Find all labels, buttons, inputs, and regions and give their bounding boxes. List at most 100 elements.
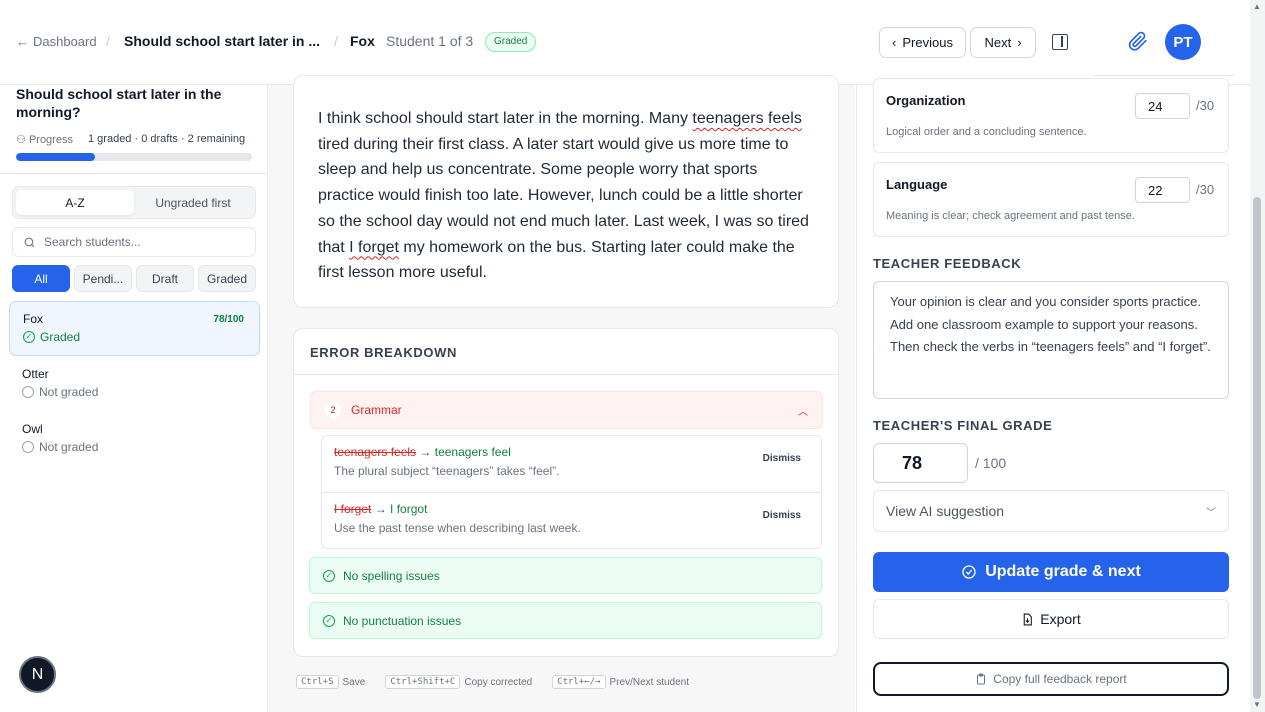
criterion-max: /30 [1196, 98, 1215, 113]
shortcut-label: Prev/Next student [609, 676, 689, 688]
student-status-label: Not graded [39, 385, 99, 399]
student-status-label: Not graded [39, 440, 99, 454]
search-icon [24, 237, 35, 247]
previous-student-button[interactable]: ‹ Previous [879, 27, 966, 58]
student-status-label: Graded [40, 330, 81, 344]
floating-action-button[interactable]: N [19, 656, 56, 693]
update-grade-next-button[interactable]: Update grade & next [873, 552, 1229, 592]
spelling-status: ✓ No spelling issues [309, 557, 822, 594]
rubric-criterion-language: Language Meaning is clear; check agreeme… [873, 162, 1229, 237]
sort-ungraded-first[interactable]: Ungraded first [134, 190, 252, 215]
arrow-right-icon: → [419, 445, 432, 459]
student-name: Owl [22, 422, 43, 436]
sidebar-divider [0, 173, 267, 174]
check-circle-icon: ✓ [23, 331, 35, 343]
criterion-score-input[interactable] [1135, 177, 1190, 203]
essay-card: I think school should start later in the… [293, 75, 839, 308]
teacher-feedback-textarea[interactable]: Your opinion is clear and you consider s… [873, 281, 1229, 399]
copy-feedback-report-button[interactable]: Copy full feedback report [873, 662, 1229, 696]
dismiss-button[interactable]: Dismiss [763, 510, 801, 521]
dismiss-button[interactable]: Dismiss [763, 453, 801, 464]
progress-label-text: Progress [28, 134, 73, 146]
empty-circle-icon [22, 386, 34, 398]
previous-label: Previous [902, 35, 953, 50]
users-icon: ⚇ [16, 134, 26, 146]
criterion-name: Language [886, 177, 948, 192]
scrollbar-thumb[interactable] [1253, 197, 1261, 699]
student-sidebar: Should school start later in the morning… [0, 85, 268, 712]
criterion-score-input[interactable] [1135, 93, 1190, 119]
error-explanation: The plural subject “teenagers” takes “fe… [334, 464, 560, 478]
grammar-section-toggle[interactable]: 2 Grammar ︿ [310, 391, 823, 429]
filter-draft[interactable]: Draft [136, 265, 194, 292]
export-button[interactable]: Export [873, 599, 1229, 639]
punctuation-status: ✓ No punctuation issues [309, 602, 822, 639]
error-explanation: Use the past tense when describing last … [334, 521, 581, 535]
feedback-label: TEACHER FEEDBACK [873, 256, 1022, 271]
grammar-error-highlight[interactable]: I forget [349, 239, 399, 256]
scroll-down-arrow-icon[interactable]: ▼ [1253, 700, 1261, 709]
scroll-up-arrow-icon[interactable]: ▲ [1253, 2, 1261, 11]
arrow-left-icon: ← [16, 34, 29, 49]
student-score: 78/100 [213, 314, 244, 325]
grammar-error-highlight[interactable]: teenagers feels [692, 110, 801, 127]
user-avatar[interactable]: PT [1165, 24, 1201, 60]
pen-icon[interactable] [1128, 31, 1150, 53]
check-circle-icon: ✓ [323, 569, 335, 582]
arrow-right-icon: → [374, 502, 387, 516]
shortcut-key: Ctrl+Shift+C [385, 675, 461, 689]
final-grade-input[interactable] [873, 443, 968, 483]
sort-a-z[interactable]: A-Z [16, 190, 134, 215]
dashboard-link-label: Dashboard [33, 34, 97, 49]
student-search [12, 227, 256, 257]
essay-text: I think school should start later in the… [318, 106, 814, 286]
search-input[interactable] [44, 235, 234, 249]
student-item-owl[interactable]: Owl Not graded [9, 412, 260, 467]
next-label: Next [984, 35, 1012, 50]
error-original: teenagers feels [334, 445, 417, 459]
filter-all[interactable]: All [12, 265, 70, 292]
back-to-dashboard-link[interactable]: ← Dashboard [16, 34, 97, 49]
error-suggestion: teenagers feel [434, 445, 511, 459]
header-divider [1092, 75, 1235, 76]
keyboard-shortcuts: Ctrl+S Save Ctrl+Shift+C Copy corrected … [296, 675, 689, 689]
criterion-max: /30 [1196, 182, 1215, 197]
check-circle-icon [962, 565, 976, 579]
criterion-description: Meaning is clear; check agreement and pa… [886, 210, 1135, 222]
sidebar-assignment-title: Should school start later in the morning… [16, 86, 222, 120]
ai-suggestion-label: View AI suggestion [886, 503, 1005, 519]
clipboard-icon [977, 673, 986, 685]
filter-pending[interactable]: Pendi... [74, 265, 132, 292]
filter-graded[interactable]: Graded [198, 265, 256, 292]
grammar-error-item: I forget → I forgot Use the past tense w… [322, 492, 821, 548]
student-status: Not graded [22, 385, 247, 399]
student-status: Not graded [22, 440, 247, 454]
next-student-button[interactable]: Next › [970, 27, 1036, 58]
error-correction: teenagers feels → teenagers feel [334, 445, 809, 459]
breadcrumb-separator: / [334, 33, 338, 49]
grammar-label: Grammar [351, 403, 402, 417]
student-item-fox[interactable]: Fox ✓ Graded 78/100 [9, 301, 260, 356]
student-item-otter[interactable]: Otter Not graded [9, 357, 260, 412]
ai-suggestion-dropdown[interactable]: View AI suggestion ﹀ [873, 490, 1229, 532]
check-circle-icon: ✓ [323, 614, 335, 627]
top-header: ← Dashboard / Should school start later … [0, 0, 1250, 85]
error-breakdown-title: ERROR BREAKDOWN [310, 345, 457, 360]
panel-toggle-icon[interactable] [1052, 34, 1068, 50]
progress-label: ⚇ Progress [16, 133, 73, 146]
final-grade-max: / 100 [975, 455, 1007, 471]
student-position: Student 1 of 3 [386, 33, 474, 49]
error-suggestion: I forgot [390, 502, 428, 516]
grading-panel: Organization Logical order and a conclud… [856, 78, 1250, 712]
progress-stats: 1 graded · 0 drafts · 2 remaining [88, 133, 246, 145]
copy-label: Copy full feedback report [993, 672, 1127, 686]
progress-bar-fill [16, 153, 95, 161]
essay-main: I think school should start later in the… [269, 75, 855, 712]
shortcut-label: Copy corrected [464, 676, 533, 688]
breadcrumb-separator: / [106, 33, 110, 49]
page-scrollbar[interactable]: ▲ ▼ [1250, 0, 1265, 712]
chevron-up-icon: ︿ [798, 406, 808, 418]
assignment-title[interactable]: Should school start later in ... [124, 33, 320, 49]
student-status: ✓ Graded [23, 330, 246, 344]
card-divider [294, 374, 838, 375]
